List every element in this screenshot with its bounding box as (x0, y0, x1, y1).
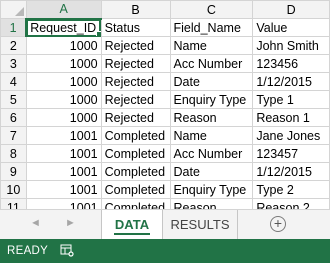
cell-b5[interactable]: Rejected (100, 90, 171, 109)
column-header-c[interactable]: C (169, 0, 254, 19)
cell-c1[interactable]: Field_Name (169, 18, 254, 37)
tab-data-label: DATA (114, 217, 150, 232)
row-header[interactable]: 7 (0, 126, 27, 145)
row-header[interactable]: 4 (0, 72, 27, 91)
cell-b6[interactable]: Rejected (100, 108, 171, 127)
active-tab-underline (114, 233, 150, 235)
cell-a10[interactable]: 1001 (25, 180, 102, 199)
cell-b10[interactable]: Completed (100, 180, 171, 199)
cell-b1[interactable]: Status (100, 18, 171, 37)
table-row: 9 1001 Completed Date 1/12/2015 (0, 162, 330, 181)
cell-d2[interactable]: John Smith (252, 36, 330, 55)
sheet-tab-bar: ◄ ► DATA RESULTS + (0, 209, 330, 239)
cell-d3[interactable]: 123456 (252, 54, 330, 73)
cell-c3[interactable]: Acc Number (169, 54, 254, 73)
cell-c9[interactable]: Date (169, 162, 254, 181)
table-row: 3 1000 Rejected Acc Number 123456 (0, 54, 330, 73)
cell-b8[interactable]: Completed (100, 144, 171, 163)
macro-record-icon[interactable] (60, 244, 74, 257)
cell-c7[interactable]: Name (169, 126, 254, 145)
column-header-a[interactable]: A (25, 0, 102, 20)
table-row: 5 1000 Rejected Enquiry Type Type 1 (0, 90, 330, 109)
cell-d6[interactable]: Reason 1 (252, 108, 330, 127)
cell-b2[interactable]: Rejected (100, 36, 171, 55)
cell-d9[interactable]: 1/12/2015 (252, 162, 330, 181)
table-row: 1 Request_ID Status Field_Name Value (0, 18, 330, 37)
cell-d8[interactable]: 123457 (252, 144, 330, 163)
row-header[interactable]: 9 (0, 162, 27, 181)
tab-results-label: RESULTS (170, 217, 230, 232)
cell-a9[interactable]: 1001 (25, 162, 102, 181)
cell-c10[interactable]: Enquiry Type (169, 180, 254, 199)
cell-d4[interactable]: 1/12/2015 (252, 72, 330, 91)
row-header[interactable]: 8 (0, 144, 27, 163)
status-text: READY (7, 245, 49, 257)
table-row: 8 1001 Completed Acc Number 123457 (0, 144, 330, 163)
cell-a2[interactable]: 1000 (25, 36, 102, 55)
cell-a3[interactable]: 1000 (25, 54, 102, 73)
cell-c4[interactable]: Date (169, 72, 254, 91)
cell-c5[interactable]: Enquiry Type (169, 90, 254, 109)
cell-a6[interactable]: 1000 (25, 108, 102, 127)
cell-c8[interactable]: Acc Number (169, 144, 254, 163)
cell-a8[interactable]: 1001 (25, 144, 102, 163)
table-row: 2 1000 Rejected Name John Smith (0, 36, 330, 55)
row-header[interactable]: 5 (0, 90, 27, 109)
tab-divider (237, 210, 238, 239)
cell-c6[interactable]: Reason (169, 108, 254, 127)
table-row: 10 1001 Completed Enquiry Type Type 2 (0, 180, 330, 199)
next-sheet-icon[interactable]: ► (65, 217, 76, 229)
select-all-corner[interactable] (0, 0, 27, 19)
worksheet: A B C D 1 Request_ID Status Field_Name Value… (0, 0, 330, 217)
cell-b4[interactable]: Rejected (100, 72, 171, 91)
cell-d10[interactable]: Type 2 (252, 180, 330, 199)
column-header-b[interactable]: B (100, 0, 171, 19)
row-header[interactable]: 6 (0, 108, 27, 127)
row-header[interactable]: 3 (0, 54, 27, 73)
status-bar: READY (0, 239, 330, 263)
cell-a5[interactable]: 1000 (25, 90, 102, 109)
row-header[interactable]: 1 (0, 18, 28, 37)
row-header[interactable]: 2 (0, 36, 27, 55)
cell-b7[interactable]: Completed (100, 126, 171, 145)
cell-a1[interactable]: Request_ID (25, 18, 102, 37)
prev-sheet-icon[interactable]: ◄ (30, 217, 41, 229)
fill-handle[interactable] (95, 31, 101, 36)
table-row: 4 1000 Rejected Date 1/12/2015 (0, 72, 330, 91)
tab-data[interactable]: DATA (101, 210, 163, 239)
cell-grid: A B C D 1 Request_ID Status Field_Name Value… (0, 0, 330, 217)
row-header[interactable]: 10 (0, 180, 27, 199)
cell-b9[interactable]: Completed (100, 162, 171, 181)
cell-d1[interactable]: Value (252, 18, 330, 37)
cell-b3[interactable]: Rejected (100, 54, 171, 73)
cell-a4[interactable]: 1000 (25, 72, 102, 91)
column-header-d[interactable]: D (252, 0, 330, 19)
tab-results[interactable]: RESULTS (163, 210, 237, 239)
table-row: 7 1001 Completed Name Jane Jones (0, 126, 330, 145)
cell-d7[interactable]: Jane Jones (252, 126, 330, 145)
table-row: 6 1000 Rejected Reason Reason 1 (0, 108, 330, 127)
cell-d5[interactable]: Type 1 (252, 90, 330, 109)
column-header-row: A B C D (0, 0, 330, 20)
cell-a7[interactable]: 1001 (25, 126, 102, 145)
cell-c2[interactable]: Name (169, 36, 254, 55)
new-sheet-button[interactable]: + (270, 216, 286, 232)
plus-icon: + (273, 215, 283, 231)
